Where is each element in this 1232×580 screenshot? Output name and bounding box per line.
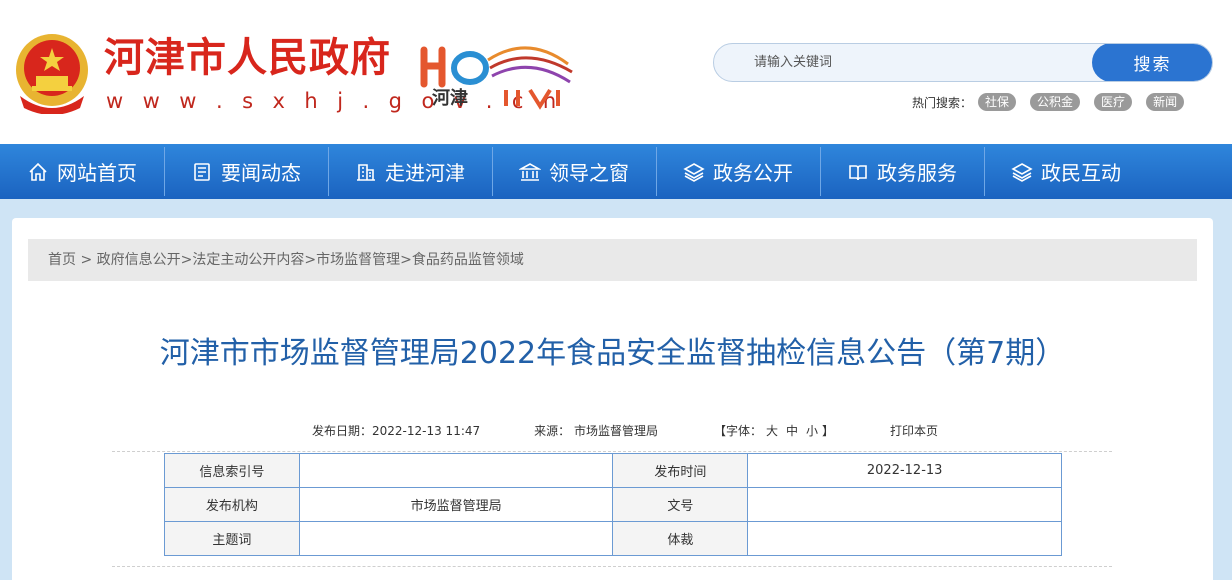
nav-item-label: 政务服务 (877, 161, 957, 185)
hot-tag-news[interactable]: 新闻 (1146, 93, 1185, 111)
nav-item-label: 政务公开 (713, 161, 793, 185)
table-row: 信息索引号 发布时间 2022-12-13 (164, 453, 1062, 488)
doc-no-value (747, 487, 1062, 522)
info-table: 信息索引号 发布时间 2022-12-13 发布机构 市场监督管理局 文号 主题… (164, 453, 1062, 556)
nav-item-label: 要闻动态 (221, 161, 301, 185)
layers-icon (683, 162, 705, 182)
hot-tag-medical[interactable]: 医疗 (1094, 93, 1133, 111)
publish-time-label: 发布时间 (612, 453, 749, 488)
nav-item-label: 网站首页 (57, 161, 137, 185)
source: 来源： 市场监督管理局 (534, 424, 658, 438)
search-button[interactable]: 搜索 (1092, 44, 1212, 81)
index-no-value (298, 453, 614, 488)
layers-icon (1011, 162, 1033, 182)
article-title: 河津市市场监督管理局2022年食品安全监督抽检信息公告（第7期） (159, 336, 1066, 371)
agency-label: 发布机构 (164, 487, 300, 522)
nav-item-home[interactable]: 网站首页 (0, 144, 164, 199)
index-no-label: 信息索引号 (164, 453, 300, 488)
book-icon (849, 164, 867, 180)
breadcrumb[interactable]: 首页 > 政府信息公开>法定主动公开内容>市场监督管理>食品药品监管领域 (28, 239, 1197, 281)
publish-time-value: 2022-12-13 (747, 453, 1062, 488)
hejin-logo-text: 河津 (432, 88, 468, 109)
search-input[interactable] (714, 44, 1094, 81)
table-row: 发布机构 市场监督管理局 文号 (164, 487, 1062, 522)
search-box: 搜索 (713, 43, 1213, 82)
main-content: 首页 > 政府信息公开>法定主动公开内容>市场监督管理>食品药品监管领域 河津市… (12, 218, 1213, 580)
nav-item-label: 走进河津 (385, 161, 465, 185)
main-nav: 网站首页 要闻动态 走进河津 领导之窗 政务公开 政务服务 政民互动 (0, 144, 1232, 199)
nav-item-open-gov[interactable]: 政务公开 (656, 144, 820, 199)
building-icon (357, 163, 375, 181)
font-size-end: 】 (822, 424, 835, 438)
site-header: 河津市人民政府 w w w . s x h j . g o v . c n 河津… (0, 0, 1232, 144)
nav-item-leaders[interactable]: 领导之窗 (492, 144, 656, 199)
national-emblem-icon (16, 34, 88, 114)
nav-item-label: 政民互动 (1041, 161, 1121, 185)
subject-label: 主题词 (164, 521, 300, 556)
print-button[interactable]: 打印本页 (890, 422, 938, 440)
font-large-button[interactable]: 大 (766, 422, 778, 440)
hot-tag-social-security[interactable]: 社保 (978, 93, 1017, 111)
divider (112, 451, 1112, 452)
font-small-button[interactable]: 小 (806, 422, 818, 440)
article-meta: 发布日期：2022-12-13 11:47 来源： 市场监督管理局 【字体： 大… (312, 422, 938, 440)
agency-value: 市场监督管理局 (298, 487, 614, 522)
nav-item-services[interactable]: 政务服务 (820, 144, 984, 199)
divider (112, 566, 1112, 567)
genre-label: 体裁 (612, 521, 749, 556)
doc-no-label: 文号 (612, 487, 749, 522)
nav-item-about[interactable]: 走进河津 (328, 144, 492, 199)
hot-search: 热门搜索： 社保 公积金 医疗 新闻 (912, 92, 1198, 112)
nav-item-interaction[interactable]: 政民互动 (984, 144, 1148, 199)
font-medium-button[interactable]: 中 (786, 422, 798, 440)
font-size-label: 【字体： (713, 424, 762, 438)
publish-date: 发布日期：2022-12-13 11:47 (312, 424, 481, 438)
table-row: 主题词 体裁 (164, 521, 1062, 556)
genre-value (747, 521, 1062, 556)
site-name[interactable]: 河津市人民政府 (104, 34, 391, 82)
nav-item-news[interactable]: 要闻动态 (164, 144, 328, 199)
subject-value (298, 521, 614, 556)
news-icon (194, 162, 210, 181)
home-icon (29, 162, 47, 181)
institution-icon (519, 162, 541, 181)
hot-tag-housing-fund[interactable]: 公积金 (1030, 93, 1081, 111)
hot-search-label: 热门搜索： (912, 95, 973, 110)
nav-item-label: 领导之窗 (549, 161, 629, 185)
